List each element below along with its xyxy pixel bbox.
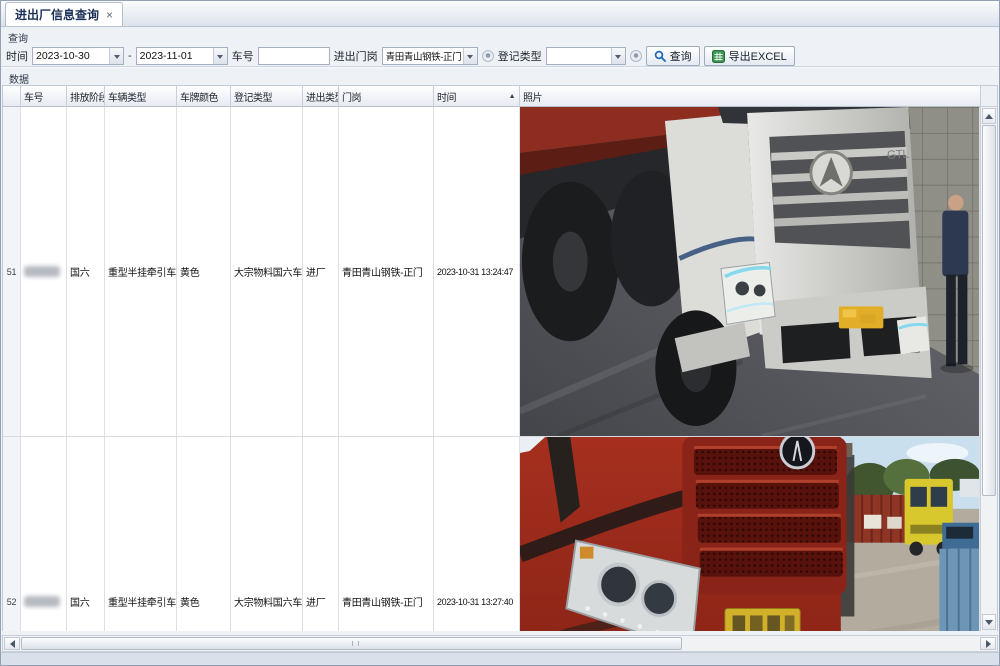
search-icon xyxy=(654,50,666,62)
gate-combo[interactable]: 青田青山钢铁-正门 xyxy=(382,47,478,65)
cell-photo xyxy=(520,437,980,631)
cell-plate xyxy=(21,437,67,631)
horizontal-scroll-track[interactable] xyxy=(21,636,979,651)
horizontal-scroll-thumb[interactable] xyxy=(21,637,682,650)
table-header-row: 车号 排放阶段 车辆类型 车牌颜色 登记类型 进出类型 门岗 时间 ▲ 照片 xyxy=(3,86,980,107)
query-fields-row: 时间 2023-10-30 - 2023-11-01 车号 进出门岗 青田青山钢… xyxy=(6,46,994,66)
cell-emission: 国六 xyxy=(67,107,105,436)
window-bottom-strip xyxy=(1,652,999,665)
scroll-up-arrow[interactable] xyxy=(982,108,996,124)
col-header-rownum[interactable] xyxy=(3,86,21,107)
query-section-label: 查询 xyxy=(6,29,994,45)
vertical-scroll-track[interactable] xyxy=(981,125,997,613)
cell-direction: 进厂 xyxy=(303,437,339,631)
tab-bar: 进出厂信息查询 × xyxy=(1,1,999,27)
photo-badge-text: GTL xyxy=(887,147,910,161)
gate-combo-value: 青田青山钢铁-正门 xyxy=(383,49,463,63)
cell-reg-type: 大宗物料国六车 xyxy=(231,107,303,436)
col-header-reg-type[interactable]: 登记类型 xyxy=(231,86,303,107)
cell-rownum: 51 xyxy=(3,107,21,436)
date-from-combo[interactable]: 2023-10-30 xyxy=(32,47,124,65)
cell-direction: 进厂 xyxy=(303,107,339,436)
col-header-time-label: 时间 xyxy=(437,89,456,104)
reg-type-label: 登记类型 xyxy=(498,48,542,64)
plate-label: 车号 xyxy=(232,48,254,64)
col-header-plate[interactable]: 车号 xyxy=(21,86,67,107)
date-to-value: 2023-11-01 xyxy=(137,50,213,62)
cell-plate-color: 黄色 xyxy=(177,437,231,631)
tab-title: 进出厂信息查询 xyxy=(15,6,99,23)
time-label: 时间 xyxy=(6,48,28,64)
scroll-down-arrow[interactable] xyxy=(982,614,996,630)
cell-vehicle-type: 重型半挂牵引车 xyxy=(105,437,177,631)
cell-reg-type: 大宗物料国六车 xyxy=(231,437,303,631)
horizontal-scrollbar[interactable] xyxy=(2,635,998,652)
cell-gate: 青田青山钢铁-正门 xyxy=(339,107,434,436)
col-header-emission[interactable]: 排放阶段 xyxy=(67,86,105,107)
search-button-label: 查询 xyxy=(670,48,692,64)
cell-photo: GTL xyxy=(520,107,980,436)
plate-redacted-blur xyxy=(24,596,60,607)
export-button-label: 导出EXCEL xyxy=(729,48,787,64)
date-from-value: 2023-10-30 xyxy=(33,50,109,62)
data-grid: 车号 排放阶段 车辆类型 车牌颜色 登记类型 进出类型 门岗 时间 ▲ 照片 5… xyxy=(2,85,998,631)
dropdown-arrow-icon[interactable] xyxy=(109,48,123,64)
gate-option-icon[interactable] xyxy=(482,50,494,62)
query-panel: 查询 时间 2023-10-30 - 2023-11-01 车号 进出门岗 青田… xyxy=(1,27,999,67)
excel-icon xyxy=(712,50,725,63)
sort-asc-icon: ▲ xyxy=(509,93,516,100)
photo-blue-truck xyxy=(939,523,979,631)
cell-emission: 国六 xyxy=(67,437,105,631)
tab-entry-exit-query[interactable]: 进出厂信息查询 × xyxy=(5,2,123,26)
photo-red-truck xyxy=(520,437,979,631)
reg-type-combo[interactable] xyxy=(546,47,626,65)
cell-plate xyxy=(21,107,67,436)
app-window: 进出厂信息查询 × 查询 时间 2023-10-30 - 2023-11-01 … xyxy=(0,0,1000,666)
cell-time: 2023-10-31 13:27:40 xyxy=(434,437,520,631)
col-header-gate[interactable]: 门岗 xyxy=(339,86,434,107)
data-section-label: 数据 xyxy=(1,67,999,85)
vertical-scrollbar[interactable] xyxy=(980,86,997,631)
gate-label: 进出门岗 xyxy=(334,48,378,64)
col-header-plate-color[interactable]: 车牌颜色 xyxy=(177,86,231,107)
plate-input[interactable] xyxy=(258,47,330,65)
tab-close-icon[interactable]: × xyxy=(106,9,113,21)
photo-silver-truck: GTL xyxy=(520,107,979,436)
date-to-combo[interactable]: 2023-11-01 xyxy=(136,47,228,65)
scroll-left-arrow[interactable] xyxy=(4,637,20,650)
cell-gate: 青田青山钢铁-正门 xyxy=(339,437,434,631)
export-excel-button[interactable]: 导出EXCEL xyxy=(704,46,795,66)
cell-vehicle-type: 重型半挂牵引车 xyxy=(105,107,177,436)
col-header-vehicle-type[interactable]: 车辆类型 xyxy=(105,86,177,107)
table-row-51[interactable]: 51 国六 重型半挂牵引车 黄色 大宗物料国六车 进厂 青田青山钢铁-正门 20… xyxy=(3,107,980,437)
vertical-scroll-thumb[interactable] xyxy=(982,125,996,496)
dropdown-arrow-icon[interactable] xyxy=(213,48,227,64)
col-header-direction[interactable]: 进出类型 xyxy=(303,86,339,107)
dropdown-arrow-icon[interactable] xyxy=(611,48,625,64)
cell-time: 2023-10-31 13:24:47 xyxy=(434,107,520,436)
plate-redacted-blur xyxy=(24,266,60,277)
reg-type-option-icon[interactable] xyxy=(630,50,642,62)
date-range-separator: - xyxy=(128,50,132,62)
table-row-52[interactable]: 52 国六 重型半挂牵引车 黄色 大宗物料国六车 进厂 青田青山钢铁-正门 20… xyxy=(3,437,980,631)
cell-rownum: 52 xyxy=(3,437,21,631)
cell-plate-color: 黄色 xyxy=(177,107,231,436)
dropdown-arrow-icon[interactable] xyxy=(463,48,477,64)
scroll-right-arrow[interactable] xyxy=(980,637,996,650)
grid-body: 车号 排放阶段 车辆类型 车牌颜色 登记类型 进出类型 门岗 时间 ▲ 照片 5… xyxy=(3,86,980,631)
search-button[interactable]: 查询 xyxy=(646,46,700,66)
col-header-photo[interactable]: 照片 xyxy=(520,86,980,107)
col-header-time[interactable]: 时间 ▲ xyxy=(434,86,520,107)
scrollbar-corner xyxy=(981,86,997,107)
